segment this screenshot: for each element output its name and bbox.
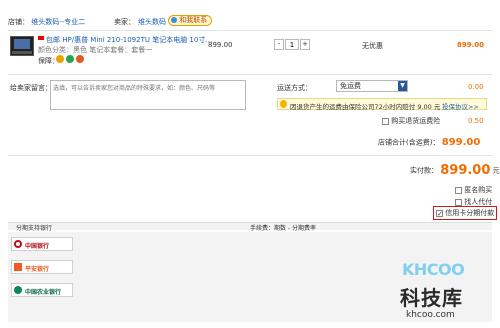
watermark-url: khcoo.com bbox=[406, 310, 455, 320]
store-total-label: 店铺合计(含运费)： bbox=[378, 138, 440, 147]
insurance-label: 购买退货运费险 bbox=[391, 117, 441, 125]
store-name-link[interactable]: 维头数码--专业二 bbox=[31, 18, 85, 26]
anonymous-label: 匿名购买 bbox=[464, 186, 493, 194]
proxy-pay-label: 找人代付 bbox=[464, 198, 493, 206]
unit-price: 899.00 bbox=[208, 41, 233, 49]
decrease-button[interactable]: - bbox=[274, 39, 284, 50]
seller-label: 卖家： bbox=[114, 18, 135, 26]
insurance-checkbox[interactable] bbox=[382, 117, 389, 125]
guarantee-icon-3[interactable] bbox=[76, 55, 84, 63]
shipping-fee: 0.00 bbox=[468, 83, 484, 91]
shipping-select[interactable]: 免运费 ▼ bbox=[336, 80, 408, 92]
abc-logo-icon bbox=[14, 286, 22, 294]
anonymous-checkbox[interactable] bbox=[455, 186, 462, 194]
bank-name: 中国农业银行 bbox=[25, 289, 62, 296]
credit-installment-option: 信用卡分期付款 bbox=[433, 206, 498, 220]
payment-label: 实付款： bbox=[410, 166, 438, 175]
divider bbox=[8, 30, 492, 31]
insurance-option: 购买退货运费险 bbox=[382, 116, 440, 126]
insurance-fee: 0.50 bbox=[468, 117, 484, 125]
item-attributes: 颜色分类：黑色 笔记本套餐：套餐一 bbox=[38, 46, 153, 54]
insurance-notice: 因退货产生的运费由保险公司72小时内赔付 9.00 元 投保协议>> bbox=[277, 98, 487, 111]
pingan-logo-icon bbox=[14, 263, 22, 271]
chevron-down-icon: ▼ bbox=[398, 81, 407, 91]
store-label: 店铺： bbox=[8, 18, 29, 26]
credit-installment-checkbox[interactable] bbox=[436, 209, 443, 217]
flag-icon bbox=[38, 36, 44, 40]
laptop-thumbnail[interactable] bbox=[10, 36, 34, 56]
installment-header: 分期支持银行 手续费：期数 - 分期费率 bbox=[8, 222, 492, 232]
chat-icon bbox=[171, 17, 177, 23]
bank-name: 中国银行 bbox=[25, 243, 50, 250]
insurance-notice-text: 因退货产生的运费由保险公司72小时内赔付 9.00 元 bbox=[290, 103, 441, 111]
quantity-input[interactable] bbox=[285, 39, 299, 50]
item-row: 包邮 HP/惠普 Mini 210-1092TU 笔记本电脑 10寸… 颜色分类… bbox=[8, 36, 492, 70]
store-total: 店铺合计(含运费)： 899.00 bbox=[378, 137, 480, 148]
fee-column-header: 手续费：期数 - 分期费率 bbox=[250, 225, 316, 232]
insurance-agreement-link[interactable]: 投保协议>> bbox=[442, 101, 479, 111]
credit-installment-label: 信用卡分期付款 bbox=[445, 209, 495, 217]
payment-amount: 899.00 bbox=[440, 163, 491, 178]
guarantee-icon-2[interactable] bbox=[66, 55, 74, 63]
watermark-logo: KHCOO bbox=[402, 260, 465, 279]
quantity-stepper: - + bbox=[274, 39, 310, 50]
bulb-icon bbox=[280, 100, 287, 108]
divider bbox=[8, 74, 492, 75]
watermark-cn: 科技库 bbox=[400, 286, 463, 310]
boc-logo-icon bbox=[14, 240, 22, 248]
store-total-value: 899.00 bbox=[441, 137, 481, 148]
bank-option-pingan[interactable]: 平安银行 bbox=[11, 260, 73, 274]
message-textarea[interactable] bbox=[50, 80, 246, 110]
shipping-label: 运送方式： bbox=[277, 84, 312, 92]
proxy-pay-checkbox[interactable] bbox=[455, 198, 462, 206]
bank-column-header: 分期支持银行 bbox=[16, 225, 53, 232]
bank-name: 平安银行 bbox=[25, 266, 50, 273]
anonymous-option: 匿名购买 bbox=[455, 185, 492, 195]
bank-option-boc[interactable]: 中国银行 bbox=[11, 237, 73, 251]
contact-seller-button[interactable]: 和我联系 bbox=[168, 15, 213, 26]
discount-text: 无优惠 bbox=[362, 42, 383, 50]
watermark: KHCOO 科技库 khcoo.com bbox=[400, 260, 492, 324]
item-subtotal: 899.00 bbox=[457, 41, 485, 49]
item-title-link[interactable]: 包邮 HP/惠普 Mini 210-1092TU 笔记本电脑 10寸… bbox=[46, 35, 212, 45]
seller-name-link[interactable]: 维头数码 bbox=[138, 17, 166, 27]
guarantee-icon-1[interactable] bbox=[56, 55, 64, 63]
payment-total: 实付款： 899.00 元 bbox=[410, 163, 500, 178]
store-header: 店铺： 维头数码--专业二 卖家： 维头数码 和我联系 bbox=[8, 15, 492, 29]
bank-option-abc[interactable]: 中国农业银行 bbox=[11, 283, 73, 297]
message-label: 给卖家留言： bbox=[10, 84, 52, 92]
divider bbox=[8, 155, 492, 156]
payment-unit: 元 bbox=[492, 166, 500, 175]
increase-button[interactable]: + bbox=[300, 39, 310, 50]
